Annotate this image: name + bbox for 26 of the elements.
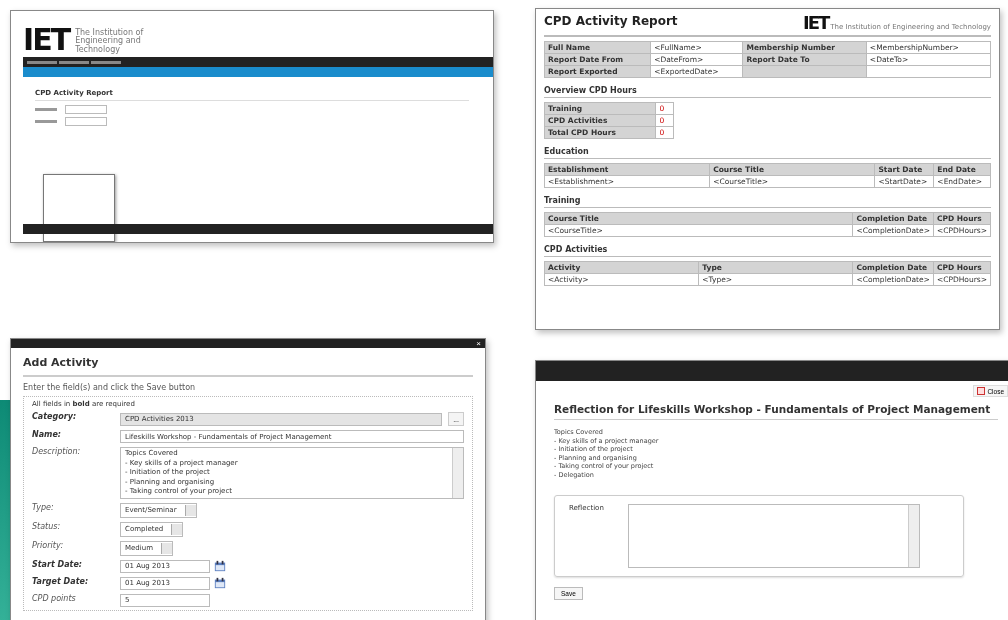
- field-label: Type:: [32, 502, 55, 512]
- field-label: CPD points: [32, 593, 77, 603]
- field-label: Name:: [32, 430, 63, 439]
- field-label: Description:: [32, 447, 82, 456]
- logo: IET: [23, 25, 70, 55]
- logo-tagline: The Institution of Engineering and Technology: [75, 28, 145, 55]
- section-heading: CPD Activities: [544, 245, 991, 257]
- field-label: Target Date:: [32, 576, 90, 586]
- reflection-field[interactable]: [627, 504, 920, 568]
- section-heading: Training: [544, 196, 991, 208]
- date-field[interactable]: [65, 105, 107, 114]
- calendar-icon[interactable]: [214, 577, 226, 589]
- field-label: Start Date:: [32, 559, 84, 569]
- calendar-icon[interactable]: [214, 560, 226, 572]
- section-heading: Overview CPD Hours: [544, 86, 991, 98]
- logo: IET: [803, 14, 829, 32]
- dialog-title: Reflection for Lifeskills Workshop - Fundamentals of Project Management: [554, 403, 998, 420]
- date-field[interactable]: [65, 117, 107, 126]
- section-heading: Education: [544, 147, 991, 159]
- field-label: Priority:: [32, 540, 65, 550]
- field-label: Category:: [32, 412, 78, 421]
- field-label: Status:: [32, 521, 62, 531]
- close-button[interactable]: ×: [476, 339, 481, 348]
- instruction-text: Enter the field(s) and click the Save button: [23, 383, 197, 392]
- report-title: CPD Activity Report: [544, 14, 678, 28]
- dialog-title: Add Activity: [23, 352, 473, 377]
